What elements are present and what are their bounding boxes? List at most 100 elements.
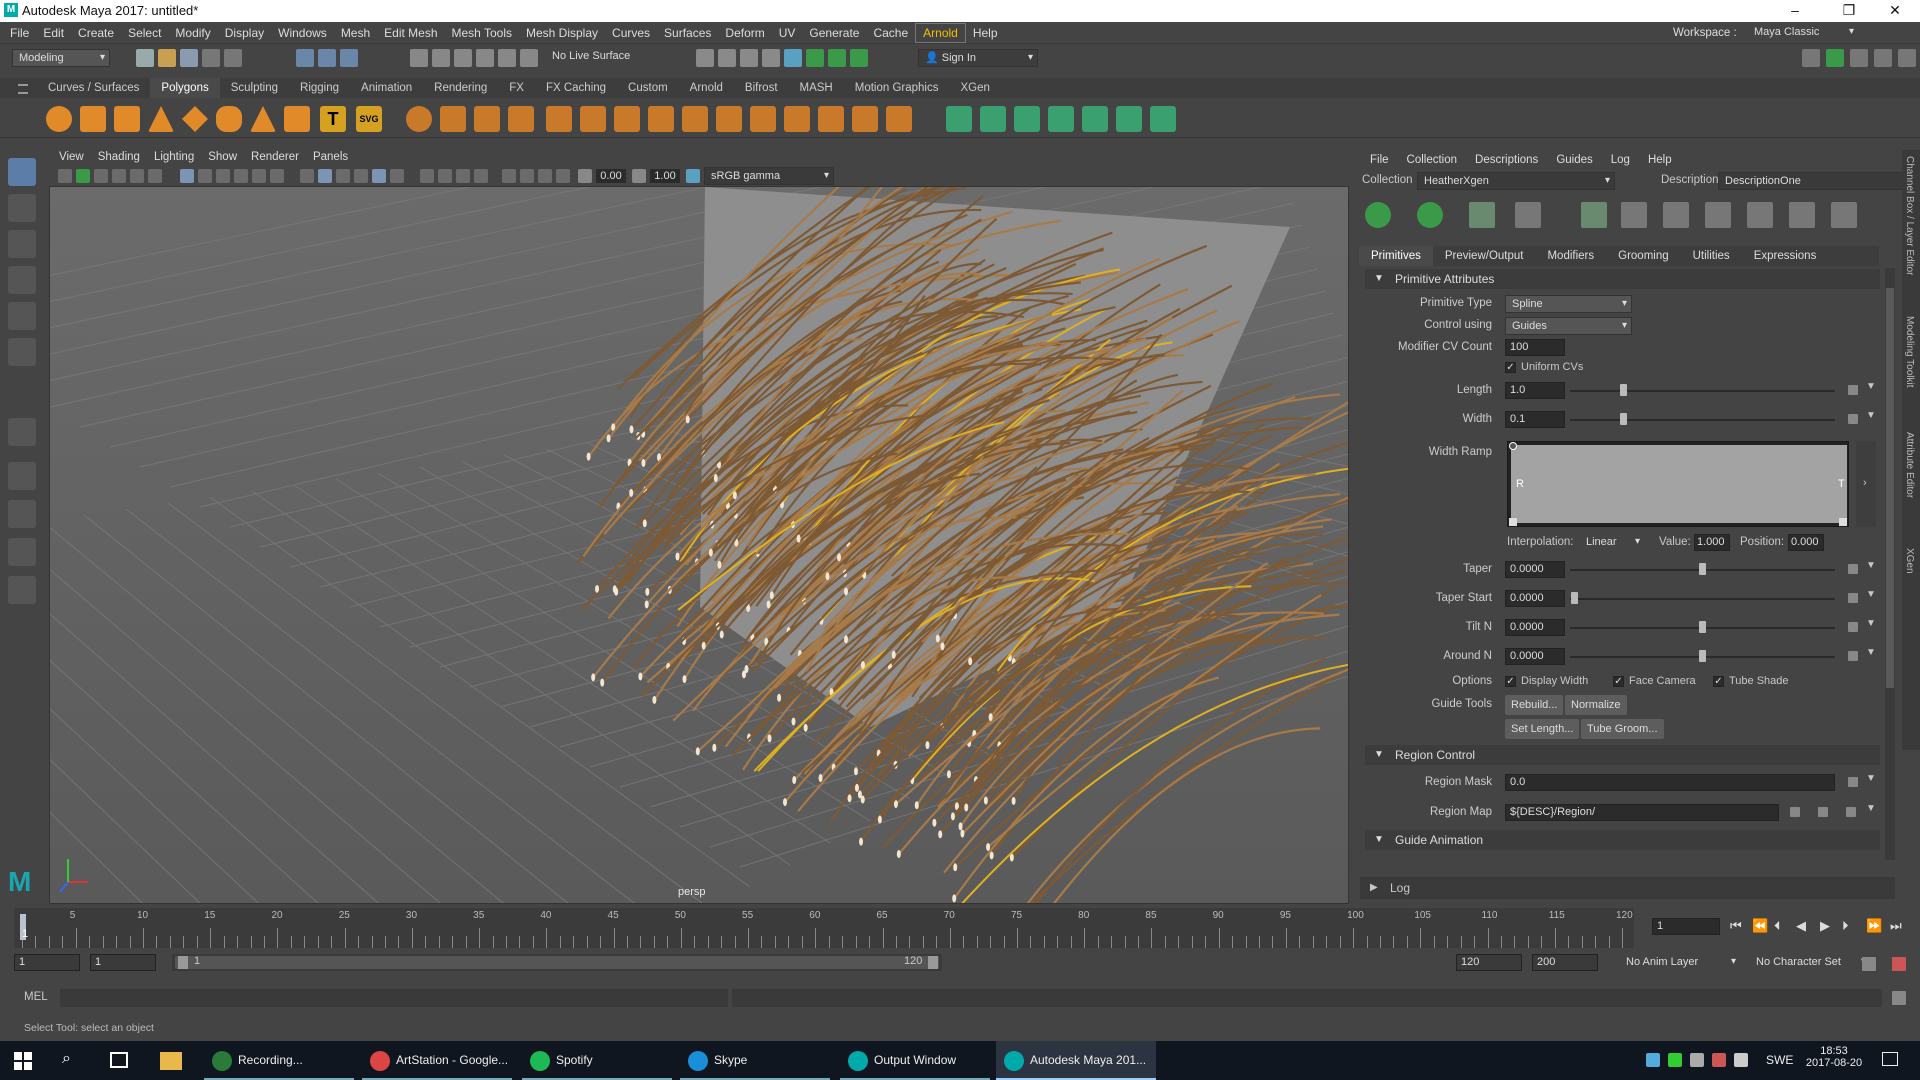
menu-edit-mesh[interactable]: Edit Mesh xyxy=(377,22,444,44)
action-center-icon[interactable] xyxy=(1882,1052,1898,1066)
shelf-tab-arnold[interactable]: Arnold xyxy=(679,78,734,98)
tilt-n-expression-icon[interactable] xyxy=(1848,622,1858,632)
xgen-preview-icon[interactable] xyxy=(850,49,868,67)
network-tray-icon[interactable] xyxy=(1646,1053,1660,1067)
unfold-icon[interactable] xyxy=(1116,106,1142,132)
poly-pipe-icon[interactable] xyxy=(284,106,310,132)
add-guide-tool-icon[interactable] xyxy=(1581,202,1607,228)
side-tab-channel-box-layer-editor[interactable]: Channel Box / Layer Editor xyxy=(1904,156,1915,276)
select-by-hierarchy-icon[interactable] xyxy=(296,49,314,67)
camera-select-icon[interactable] xyxy=(58,169,72,183)
text-tool-icon[interactable]: T xyxy=(320,106,346,132)
resolution-gate-icon[interactable] xyxy=(216,169,230,183)
outliner-layout-icon[interactable] xyxy=(8,576,36,604)
range-start-handle[interactable] xyxy=(178,956,188,969)
animation-start-field[interactable]: 1 xyxy=(14,954,80,971)
range-slider-bar[interactable]: 1 120 xyxy=(172,954,942,971)
view-transform-dropdown[interactable]: sRGB gamma xyxy=(704,167,834,185)
undo-icon[interactable] xyxy=(202,49,220,67)
notification-tray-icon[interactable] xyxy=(1712,1053,1726,1067)
time-slider[interactable]: 5 10 15 20 25 30 35 40 45 50 55 60 65 70 75 80 85 90 95 100… xyxy=(0,908,1920,948)
create-description-icon[interactable] xyxy=(1365,202,1391,228)
length-slider[interactable] xyxy=(1570,390,1835,392)
xgen-menu-guides[interactable]: Guides xyxy=(1547,150,1601,170)
snap-live-icon[interactable] xyxy=(498,49,516,67)
taper-expression-icon[interactable] xyxy=(1848,564,1858,574)
taper-menu-arrow-icon[interactable]: ▼ xyxy=(1866,560,1876,571)
taper-field[interactable]: 0.0000 xyxy=(1505,561,1565,578)
quad-draw-icon[interactable] xyxy=(818,106,844,132)
append-icon[interactable] xyxy=(648,106,674,132)
bridge-icon[interactable] xyxy=(614,106,640,132)
xgen-tab-expressions[interactable]: Expressions xyxy=(1742,246,1829,266)
ramp-end-marker[interactable] xyxy=(1839,518,1847,526)
sculpt-guide-icon[interactable] xyxy=(1621,202,1647,228)
shelf-tab-rigging[interactable]: Rigging xyxy=(289,78,350,98)
add-guide-icon[interactable] xyxy=(1469,202,1495,228)
guide-to-curves-icon[interactable] xyxy=(1705,202,1731,228)
menu-help[interactable]: Help xyxy=(966,22,1005,44)
sign-in-dropdown[interactable]: 👤 Sign In xyxy=(918,49,1038,67)
side-tab-attribute-editor[interactable]: Attribute Editor xyxy=(1904,432,1915,498)
interpolation-dropdown[interactable]: Linear xyxy=(1580,534,1644,552)
paint-map-icon[interactable] xyxy=(1790,807,1800,817)
depth-of-field-icon[interactable] xyxy=(474,169,488,183)
menu-mesh-display[interactable]: Mesh Display xyxy=(519,22,605,44)
four-view-layout-icon[interactable] xyxy=(8,500,36,528)
lasso-tool-icon[interactable] xyxy=(8,194,36,222)
poly-torus-icon[interactable] xyxy=(216,106,242,132)
around-n-slider-handle[interactable] xyxy=(1699,650,1706,662)
xgen-tab-preview-output[interactable]: Preview/Output xyxy=(1433,246,1536,266)
guide-animation-header[interactable]: ▼ Guide Animation xyxy=(1365,830,1880,850)
shelf-tab-polygons[interactable]: Polygons xyxy=(150,78,220,98)
viewport-menu-lighting[interactable]: Lighting xyxy=(147,148,201,166)
current-frame-field[interactable]: 1 xyxy=(1652,918,1720,935)
curves-to-guides-icon[interactable] xyxy=(1747,202,1773,228)
modifier-cv-count-field[interactable]: 100 xyxy=(1505,339,1565,356)
ipr-render-icon[interactable] xyxy=(740,49,758,67)
color-management-icon[interactable] xyxy=(686,169,700,183)
xgen-tab-primitives[interactable]: Primitives xyxy=(1359,246,1433,266)
workspace-dropdown[interactable]: Maya Classic xyxy=(1748,24,1858,42)
taskbar-app-output-window[interactable]: Output Window xyxy=(840,1041,990,1080)
shelf-tab-mash[interactable]: MASH xyxy=(789,78,844,98)
open-folder-icon[interactable] xyxy=(1846,807,1856,817)
xgen-tab-utilities[interactable]: Utilities xyxy=(1681,246,1742,266)
snap-grid-icon[interactable] xyxy=(410,49,428,67)
character-set-dropdown[interactable]: No Character Set xyxy=(1750,954,1870,972)
multi-cut-icon[interactable] xyxy=(716,106,742,132)
exposure-icon[interactable] xyxy=(578,169,592,183)
side-tab-modeling-toolkit[interactable]: Modeling Toolkit xyxy=(1904,316,1915,388)
task-view-icon[interactable] xyxy=(110,1052,128,1068)
new-scene-icon[interactable] xyxy=(136,49,154,67)
menu-curves[interactable]: Curves xyxy=(605,22,657,44)
select-by-object-icon[interactable] xyxy=(318,49,336,67)
anti-aliasing-icon[interactable] xyxy=(456,169,470,183)
menu-display[interactable]: Display xyxy=(218,22,271,44)
tube-groom-button[interactable]: Tube Groom... xyxy=(1581,719,1664,739)
anim-layer-dropdown[interactable]: No Anim Layer xyxy=(1620,954,1740,972)
set-length-button[interactable]: Set Length... xyxy=(1505,719,1580,739)
minimize-icon[interactable]: – xyxy=(1778,0,1812,22)
layout-uv-icon[interactable] xyxy=(1150,106,1176,132)
taper-start-field[interactable]: 0.0000 xyxy=(1505,590,1565,607)
shelf-tab-fx[interactable]: FX xyxy=(498,78,535,98)
region-mask-expression-icon[interactable] xyxy=(1848,777,1858,787)
select-tool-icon[interactable] xyxy=(8,158,36,186)
render-view-icon[interactable] xyxy=(696,49,714,67)
taskbar-app-skype[interactable]: Skype xyxy=(680,1041,830,1080)
wireframe-on-shaded-icon[interactable] xyxy=(336,169,350,183)
taper-start-menu-arrow-icon[interactable]: ▼ xyxy=(1866,589,1876,600)
viewport-menu-view[interactable]: View xyxy=(52,148,91,166)
face-camera-checkbox[interactable]: ✓ Face Camera xyxy=(1613,675,1696,687)
taper-start-slider-handle[interactable] xyxy=(1571,592,1578,604)
gamma-icon[interactable] xyxy=(632,169,646,183)
motion-blur-icon[interactable] xyxy=(438,169,452,183)
region-control-header[interactable]: ▼ Region Control xyxy=(1365,745,1880,765)
region-map-field[interactable]: ${DESC}/Region/ xyxy=(1505,804,1779,821)
save-scene-icon[interactable] xyxy=(180,49,198,67)
tool-settings-toggle-icon[interactable] xyxy=(1874,49,1892,67)
shelf-tab-sculpting[interactable]: Sculpting xyxy=(220,78,289,98)
film-gate-icon[interactable] xyxy=(198,169,212,183)
shelf-tab-fx-caching[interactable]: FX Caching xyxy=(535,78,617,98)
